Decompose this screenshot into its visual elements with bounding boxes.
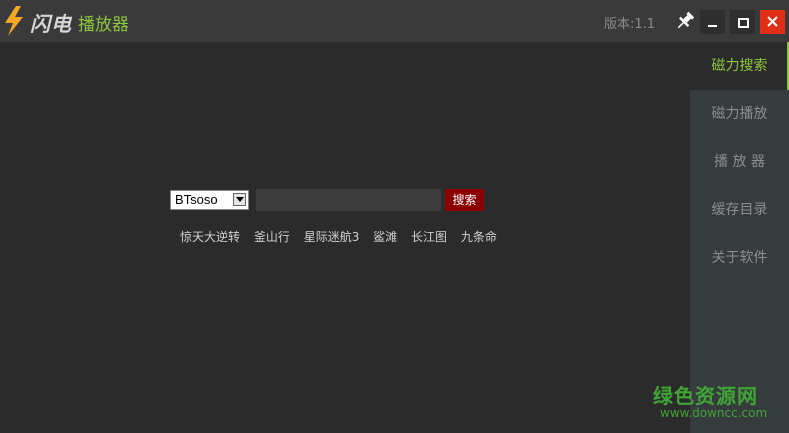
maximize-icon (738, 18, 749, 28)
sidebar-item-label: 关于软件 (711, 250, 768, 266)
watermark-title: 绿色资源网 (653, 384, 758, 408)
app-brand: 闪电 (30, 12, 72, 36)
hot-keyword-link[interactable]: 九条命 (461, 230, 497, 244)
sidebar-nav: 磁力搜索 磁力播放 播 放 器 缓存目录 关于软件 (690, 42, 789, 433)
sidebar-item-magnet-search[interactable]: 磁力搜索 (690, 42, 789, 90)
pin-icon[interactable] (674, 10, 696, 32)
minimize-button[interactable] (700, 10, 725, 34)
title-bar[interactable]: 闪电 播放器 版本:1.1 (0, 0, 789, 42)
hot-keyword-link[interactable]: 惊天大逆转 (180, 230, 240, 244)
hot-keyword-link[interactable]: 釜山行 (254, 230, 290, 244)
hot-keyword-link[interactable]: 长江图 (411, 230, 447, 244)
hot-keywords: 惊天大逆转 釜山行 星际迷航3 鲨滩 长江图 九条命 (180, 228, 507, 245)
sidebar-item-player[interactable]: 播 放 器 (690, 138, 789, 186)
close-icon (767, 16, 778, 27)
hot-keyword-link[interactable]: 鲨滩 (373, 230, 397, 244)
version-label: 版本:1.1 (604, 17, 656, 32)
search-input[interactable] (256, 189, 441, 211)
watermark-url: www.downcc.com (660, 406, 768, 420)
sidebar-item-label: 播 放 器 (714, 154, 765, 170)
search-engine-select[interactable]: BTsoso (170, 190, 249, 210)
sidebar-item-label: 磁力播放 (711, 106, 768, 122)
minimize-icon (708, 25, 717, 27)
hot-keyword-link[interactable]: 星际迷航3 (304, 230, 360, 244)
sidebar-item-cache-dir[interactable]: 缓存目录 (690, 186, 789, 234)
sidebar-item-label: 磁力搜索 (711, 58, 768, 74)
chevron-down-icon[interactable] (233, 193, 246, 206)
sidebar-item-label: 缓存目录 (711, 202, 768, 218)
sidebar-item-magnet-play[interactable]: 磁力播放 (690, 90, 789, 138)
sidebar-item-about[interactable]: 关于软件 (690, 234, 789, 282)
close-button[interactable] (760, 10, 785, 34)
lightning-logo-icon (5, 6, 23, 36)
search-engine-value: BTsoso (175, 192, 218, 207)
app-name: 播放器 (78, 15, 129, 35)
maximize-button[interactable] (730, 10, 755, 34)
search-button[interactable]: 搜索 (445, 189, 484, 211)
app-window: 闪电 播放器 版本:1.1 磁力搜索 磁力播放 播 放 器 缓存目录 关于软件 … (0, 0, 789, 433)
